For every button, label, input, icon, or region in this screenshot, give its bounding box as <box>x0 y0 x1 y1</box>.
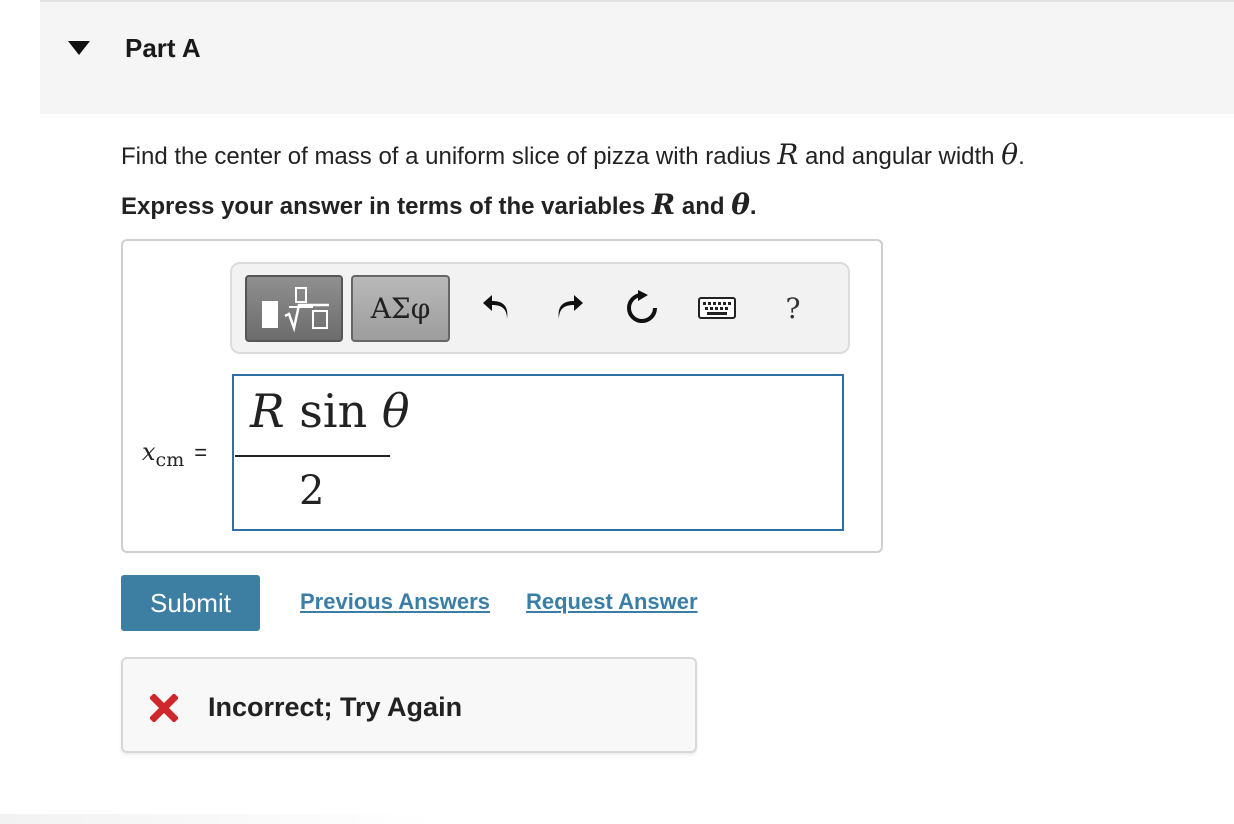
instruction-text: Express your answer in terms of the vari… <box>121 188 757 221</box>
collapse-triangle-icon[interactable] <box>68 41 90 55</box>
feedback-message: Incorrect; Try Again <box>208 692 463 722</box>
fraction-bar <box>235 455 390 457</box>
help-button[interactable]: ? <box>773 288 813 328</box>
question-text-2: and angular width <box>798 143 1002 170</box>
question-text-1: Find the center of mass of a uniform sli… <box>121 143 778 170</box>
part-header[interactable] <box>40 2 1234 114</box>
reset-icon[interactable] <box>622 288 662 328</box>
answer-subscript: cm <box>155 449 185 471</box>
x-mark-icon <box>149 693 179 723</box>
equals-sign: = <box>194 440 208 465</box>
instruction-variable-theta: θ <box>731 188 750 221</box>
question-text-3: . <box>1018 143 1025 170</box>
instruction-text-2: and <box>675 193 732 220</box>
instruction-text-1: Express your answer in terms of the vari… <box>121 193 652 220</box>
undo-icon[interactable] <box>476 288 516 328</box>
templates-button[interactable] <box>245 275 343 342</box>
fraction-sqrt-template-icon <box>247 287 341 344</box>
instruction-text-3: . <box>749 193 757 220</box>
previous-answers-link[interactable]: Previous Answers <box>300 589 490 615</box>
bottom-shadow <box>0 814 440 824</box>
answer-variable: x <box>142 438 156 466</box>
request-answer-link[interactable]: Request Answer <box>526 589 698 615</box>
instruction-variable-r: R <box>651 188 676 221</box>
part-title: Part A <box>125 33 201 63</box>
fraction-denominator: 2 <box>299 468 325 514</box>
variable-r: R <box>777 138 799 171</box>
fraction-numerator: R sin θ <box>250 384 410 438</box>
question-text: Find the center of mass of a uniform sli… <box>121 138 1025 171</box>
math-toolbar: ΑΣφ ? <box>230 262 850 354</box>
redo-icon[interactable] <box>550 288 590 328</box>
answer-variable-label: xcm = <box>142 438 208 471</box>
variable-theta: θ <box>1001 138 1019 171</box>
greek-symbols-button[interactable]: ΑΣφ <box>351 275 450 342</box>
submit-button[interactable]: Submit <box>121 575 260 631</box>
keyboard-icon[interactable] <box>697 288 737 328</box>
